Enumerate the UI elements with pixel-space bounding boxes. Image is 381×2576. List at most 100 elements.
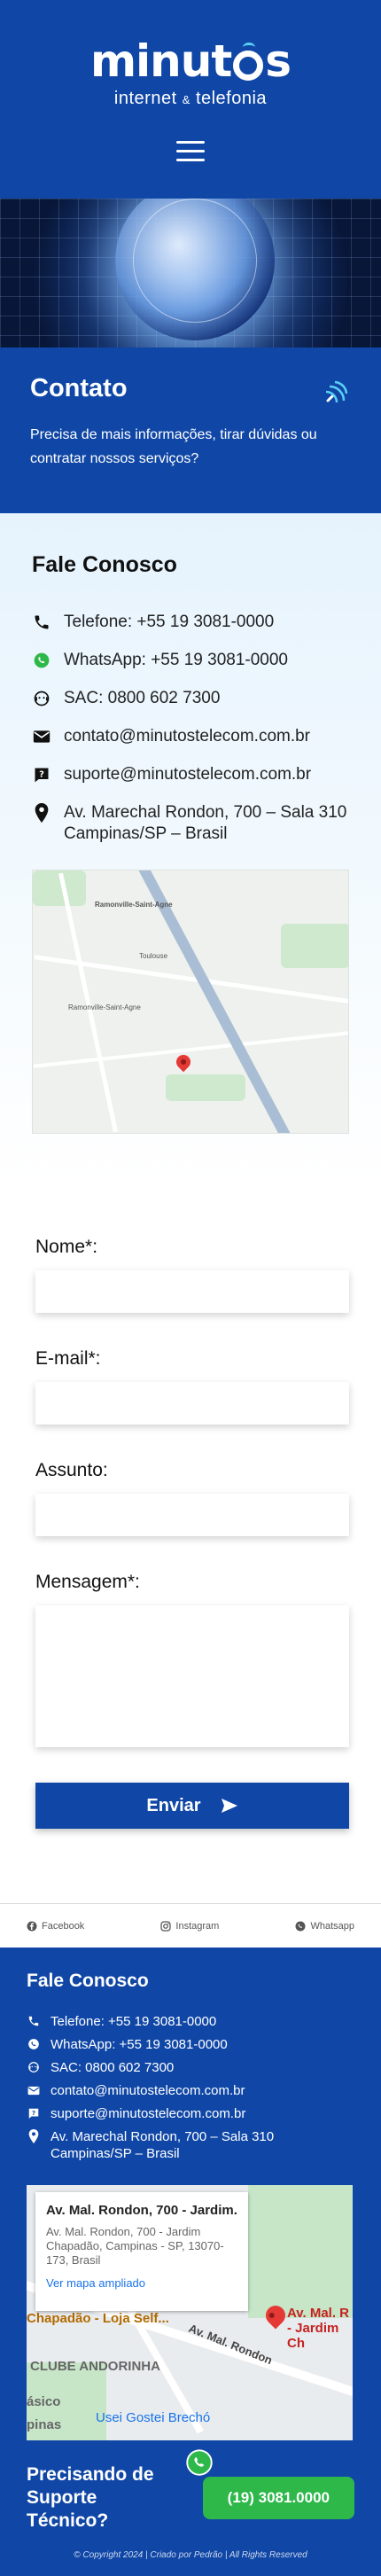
send-button-label: Enviar — [146, 1795, 201, 1815]
cta-question-text: Precisando de Suporte Técnico? — [27, 2464, 154, 2531]
map-embed[interactable]: Ramonville-Saint-Agne Toulouse Ramonvill… — [32, 870, 349, 1134]
footer-sac-text: SAC: 0800 602 7300 — [51, 2060, 175, 2075]
message-field[interactable] — [35, 1605, 349, 1747]
logo[interactable]: minut s — [89, 35, 292, 87]
instagram-icon — [160, 1920, 172, 1932]
cta-question: Precisando de Suporte Técnico? — [27, 2449, 213, 2533]
footer-phone[interactable]: Telefone: +55 19 3081-0000 — [27, 2013, 354, 2030]
map-park — [166, 1074, 245, 1101]
footer-phone-text: Telefone: +55 19 3081-0000 — [51, 2014, 217, 2029]
instagram-link[interactable]: Instagram — [160, 1921, 219, 1932]
whatsapp-icon — [27, 2037, 41, 2051]
support-cta: Precisando de Suporte Técnico? (19) 3081… — [27, 2440, 354, 2547]
footer-whatsapp[interactable]: WhatsApp: +55 19 3081-0000 — [27, 2036, 354, 2053]
hamburger-line — [176, 159, 205, 161]
logo-text-part-2: s — [265, 35, 292, 87]
footer-email-text: contato@minutostelecom.com.br — [51, 2083, 245, 2098]
map-label: Ramonville-Saint-Agne — [95, 901, 173, 909]
logo-sub-amp: & — [182, 93, 190, 106]
contact-email[interactable]: contato@minutostelecom.com.br — [32, 726, 349, 747]
page-title: Contato — [30, 374, 128, 402]
name-label: Nome*: — [35, 1237, 98, 1257]
contact-email-text: contato@minutostelecom.com.br — [64, 727, 311, 745]
whatsapp-label: Whatsapp — [310, 1920, 354, 1932]
phone-icon — [27, 2014, 41, 2028]
contact-description: Precisa de mais informações, tirar dúvid… — [30, 427, 317, 466]
map-park — [248, 2185, 353, 2318]
footer-title: Fale Conosco — [27, 1971, 149, 1991]
logo-sub-internet: internet — [113, 89, 177, 108]
facebook-label: Facebook — [42, 1920, 85, 1932]
map-label: pinas — [27, 2417, 62, 2432]
contact-support-email-text: suporte@minutostelecom.com.br — [64, 765, 312, 784]
contact-sac[interactable]: SAC: 0800 602 7300 — [32, 688, 349, 709]
contact-phone-text: Telefone: +55 19 3081-0000 — [64, 613, 275, 631]
email-icon — [32, 727, 51, 746]
footer-support-email[interactable]: ? suporte@minutostelecom.com.br — [27, 2105, 354, 2122]
map-park — [281, 924, 348, 968]
fale-conosco-section: Fale Conosco Telefone: +55 19 3081-0000 … — [0, 513, 381, 1187]
support-agent-icon — [32, 689, 51, 708]
logo-text-part-1: minut — [89, 35, 232, 87]
map-label: Av. Mal. R - Jardim Ch — [287, 2306, 350, 2351]
map-road — [58, 872, 118, 1133]
site-footer: Fale Conosco Telefone: +55 19 3081-0000 … — [0, 1948, 381, 2576]
map-info-card: Av. Mal. Rondon, 700 - Jardim... Av. Mal… — [35, 2192, 248, 2311]
contact-address[interactable]: Av. Marechal Rondon, 700 – Sala 310 Camp… — [32, 802, 349, 845]
name-field[interactable] — [35, 1270, 349, 1313]
whatsapp-icon — [32, 651, 51, 670]
contact-phone[interactable]: Telefone: +55 19 3081-0000 — [32, 612, 349, 633]
hero-image — [0, 199, 381, 347]
map-label: Ramonville-Saint-Agne — [68, 1003, 141, 1011]
footer-support-email-text: suporte@minutostelecom.com.br — [51, 2106, 246, 2121]
svg-text:?: ? — [32, 2110, 35, 2117]
contact-support-email[interactable]: ? suporte@minutostelecom.com.br — [32, 764, 349, 785]
signal-icon — [325, 380, 348, 403]
hamburger-icon[interactable] — [176, 141, 205, 168]
logo-sub-telefonia: telefonia — [195, 89, 268, 108]
subject-label: Assunto: — [35, 1460, 108, 1480]
contact-intro: Contato Precisa de mais informações, tir… — [0, 347, 381, 513]
help-icon: ? — [32, 765, 51, 785]
whatsapp-icon[interactable] — [186, 2449, 213, 2476]
message-label: Mensagem*: — [35, 1572, 140, 1592]
footer-address-text: Av. Marechal Rondon, 700 – Sala 310 Camp… — [51, 2129, 275, 2161]
footer-address[interactable]: Av. Marechal Rondon, 700 – Sala 310 Camp… — [27, 2128, 354, 2162]
facebook-link[interactable]: Facebook — [27, 1921, 84, 1932]
contact-sac-text: SAC: 0800 602 7300 — [64, 689, 221, 707]
map-label: Toulouse — [139, 952, 168, 960]
whatsapp-link[interactable]: Whatsapp — [295, 1921, 354, 1932]
map-road — [33, 1031, 348, 1068]
footer-map-embed[interactable]: Chapadão - Loja Self... CLUBE ANDORINHA … — [27, 2185, 353, 2440]
send-button[interactable]: Enviar — [35, 1783, 349, 1829]
footer-email[interactable]: contato@minutostelecom.com.br — [27, 2082, 354, 2099]
map-label: Usei Gostei Brechó — [96, 2410, 211, 2425]
logo-subtitle: internet & telefonia — [114, 89, 267, 109]
map-card-address: Av. Mal. Rondon, 700 - Jardim Chapadão, … — [46, 2225, 224, 2267]
map-card-title: Av. Mal. Rondon, 700 - Jardim... — [46, 2203, 237, 2218]
phone-icon — [32, 613, 51, 632]
copyright: © Copyright 2024 | Criado por Pedrão | A… — [74, 2550, 307, 2560]
map-card-link[interactable]: Ver mapa ampliado — [46, 2276, 237, 2290]
email-field[interactable] — [35, 1382, 349, 1425]
contact-whatsapp[interactable]: WhatsApp: +55 19 3081-0000 — [32, 650, 349, 671]
email-icon — [27, 2083, 41, 2097]
social-bar: Facebook Instagram Whatsapp — [0, 1903, 381, 1948]
hamburger-line — [176, 141, 205, 144]
subject-field[interactable] — [35, 1494, 349, 1536]
site-header: minut s internet & telefonia — [0, 0, 381, 199]
call-button[interactable]: (19) 3081.0000 — [202, 2477, 354, 2519]
whatsapp-icon — [295, 1921, 306, 1931]
instagram-label: Instagram — [175, 1920, 220, 1932]
location-icon — [27, 2129, 41, 2143]
map-pin-icon — [173, 1051, 194, 1073]
support-agent-icon — [27, 2060, 41, 2074]
email-label: E-mail*: — [35, 1348, 101, 1369]
section-title: Fale Conosco — [32, 552, 177, 577]
contact-whatsapp-text: WhatsApp: +55 19 3081-0000 — [64, 651, 288, 669]
footer-sac[interactable]: SAC: 0800 602 7300 — [27, 2059, 354, 2076]
hamburger-line — [176, 150, 205, 152]
contact-address-text: Av. Marechal Rondon, 700 – Sala 310 Camp… — [64, 803, 347, 843]
help-icon: ? — [27, 2106, 41, 2120]
logo-o-icon — [233, 43, 264, 81]
